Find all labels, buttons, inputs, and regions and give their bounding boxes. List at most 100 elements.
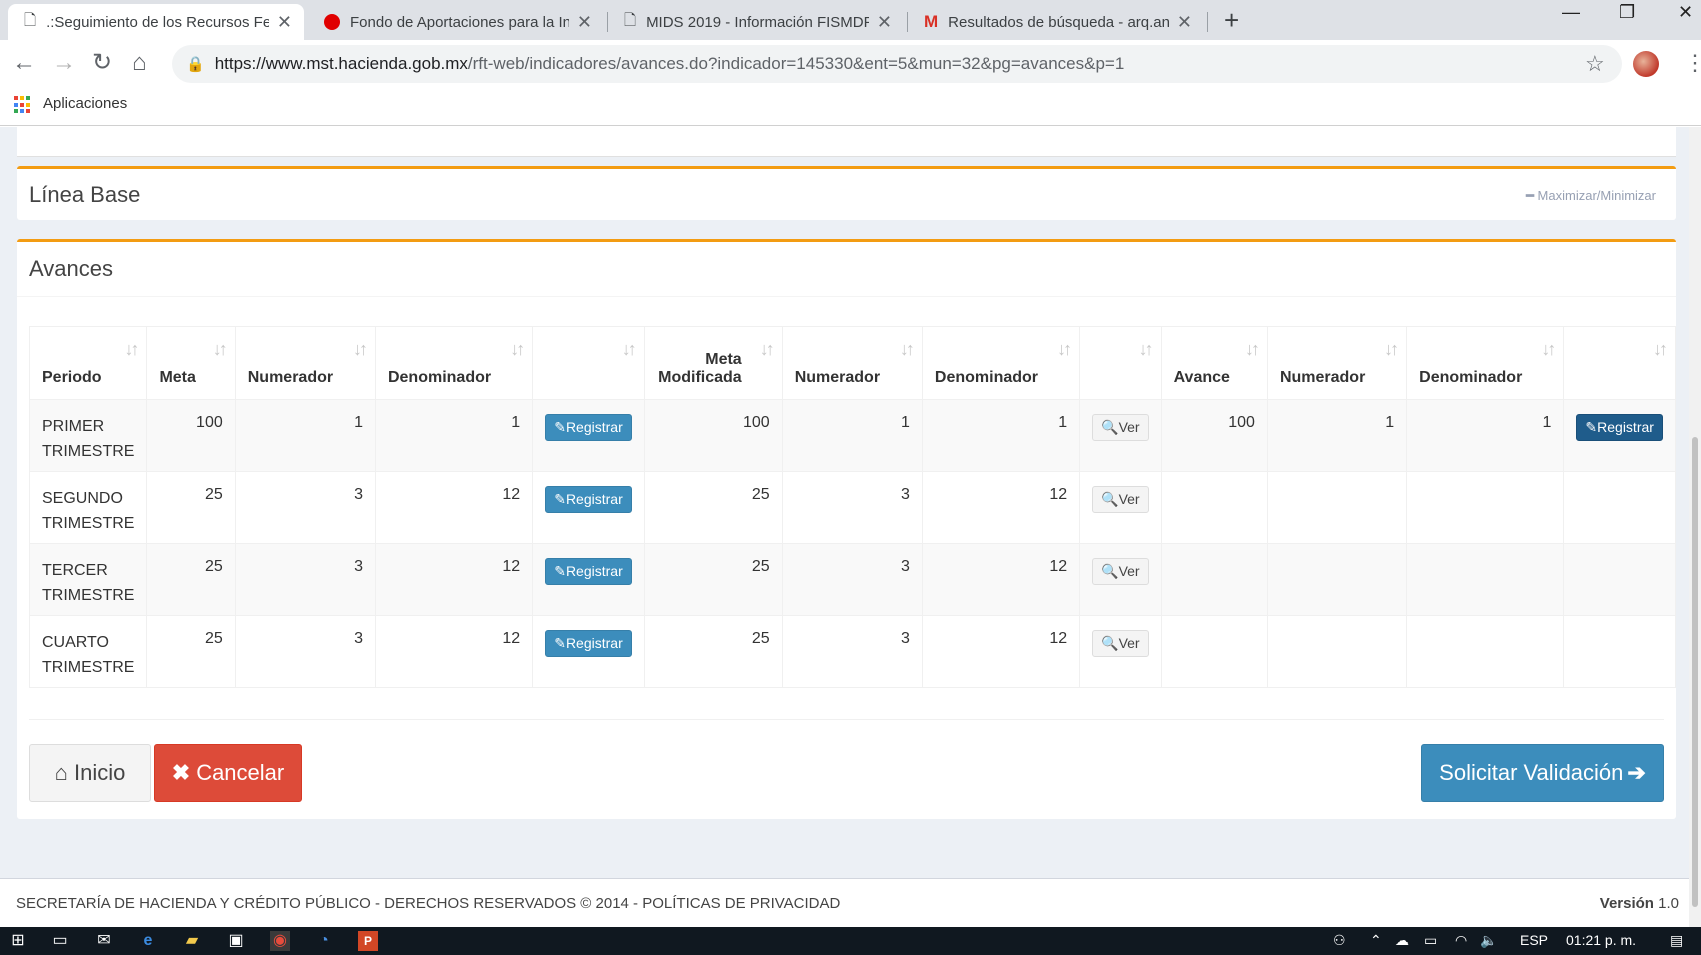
column-header[interactable]: ↓↑ — [532, 326, 645, 400]
bookmark-apps[interactable]: Aplicaciones — [43, 95, 127, 112]
address-bar[interactable]: 🔒 https://www.mst.hacienda.gob.mx/rft-we… — [172, 45, 1622, 83]
app-icon[interactable]: ◔ — [314, 931, 334, 951]
column-header[interactable]: ↓↑ — [1079, 326, 1162, 400]
page-scrollbar[interactable] — [1689, 127, 1701, 927]
tab-title: .:Seguimiento de los Recursos Fe — [46, 13, 269, 31]
reload-icon[interactable]: ↻ — [92, 49, 112, 77]
browser-tab-4[interactable]: M Resultados de búsqueda - arq.an ✕ — [908, 4, 1204, 40]
action-cell: 🔍Ver — [1079, 615, 1162, 688]
column-header[interactable]: ↓↑ Periodo — [28, 326, 148, 400]
solicitar-validacion-button[interactable]: Solicitar Validación ➔ — [1421, 744, 1664, 802]
home-icon[interactable]: ⌂ — [132, 49, 147, 77]
window-close-icon[interactable]: ✕ — [1678, 2, 1693, 23]
column-header[interactable]: ↓↑ Numerador — [234, 326, 376, 400]
sort-icon: ↓↑ — [1057, 339, 1072, 359]
action-cell — [1563, 615, 1676, 688]
meta-modificada-cell: 25 — [643, 543, 783, 616]
numerador-cell: 3 — [234, 543, 376, 616]
page-icon: 🗋 — [24, 11, 37, 29]
profile-avatar[interactable] — [1633, 51, 1659, 77]
column-header[interactable]: ↓↑ Denominador — [374, 326, 534, 400]
inicio-label: Inicio — [73, 760, 126, 785]
browser-tab-1[interactable]: 🗋 .:Seguimiento de los Recursos Fe ✕ — [8, 4, 304, 40]
ver-button[interactable]: 🔍Ver — [1092, 486, 1149, 513]
ver-button[interactable]: 🔍Ver — [1092, 414, 1149, 441]
close-icon[interactable]: ✕ — [277, 12, 292, 33]
notifications-icon[interactable]: ▤ — [1670, 932, 1683, 949]
registrar-button[interactable]: ✎Registrar — [545, 630, 632, 657]
clock[interactable]: 01:21 p. m. — [1566, 932, 1636, 948]
pencil-icon: ✎ — [1585, 419, 1598, 435]
back-icon[interactable]: ← — [12, 49, 36, 77]
language-indicator[interactable]: ESP — [1520, 932, 1548, 948]
edge-icon[interactable]: e — [138, 931, 158, 951]
volume-icon[interactable]: 🔈 — [1480, 932, 1497, 949]
store-icon[interactable]: ▣ — [226, 931, 246, 951]
avance-cell — [1160, 543, 1268, 616]
sort-icon: ↓↑ — [124, 339, 139, 359]
action-cell: 🔍Ver — [1079, 471, 1162, 544]
numerador-cell: 1 — [781, 399, 923, 472]
powerpoint-icon[interactable]: P — [358, 931, 378, 951]
table-header-row: ↓↑ Periodo ↓↑ Meta ↓↑ Numerador ↓↑ Denominad… — [28, 326, 1676, 400]
minimize-icon[interactable]: — — [1562, 2, 1580, 23]
column-header[interactable]: ↓↑ Numerador — [781, 326, 923, 400]
avance-cell: 100 — [1160, 399, 1268, 472]
forward-icon[interactable]: → — [52, 49, 76, 77]
chrome-icon[interactable]: ◉ — [270, 931, 290, 951]
windows-start-icon[interactable]: ⊞ — [8, 931, 28, 951]
tray-chevron-icon[interactable]: ⌃ — [1370, 932, 1382, 949]
registrar-avance-button[interactable]: ✎Registrar — [1576, 414, 1663, 441]
browser-tab-2[interactable]: Fondo de Aportaciones para la In ✕ — [308, 4, 604, 40]
column-header[interactable]: ↓↑ Meta — [146, 326, 236, 400]
action-cell: 🔍Ver — [1079, 543, 1162, 616]
task-view-icon[interactable]: ▭ — [50, 931, 70, 951]
apps-grid-icon[interactable] — [14, 96, 32, 114]
close-icon[interactable]: ✕ — [1177, 12, 1192, 33]
registrar-button[interactable]: ✎Registrar — [545, 558, 632, 585]
action-cell: 🔍Ver — [1079, 399, 1162, 472]
search-icon: 🔍 — [1101, 635, 1119, 651]
battery-icon[interactable]: ▭ — [1424, 932, 1437, 949]
action-cell — [1563, 543, 1676, 616]
column-header[interactable]: ↓↑ Avance — [1160, 326, 1268, 400]
new-tab-icon[interactable]: + — [1224, 5, 1239, 36]
close-icon[interactable]: ✕ — [577, 12, 592, 33]
ver-button[interactable]: 🔍Ver — [1092, 630, 1149, 657]
denominador-cell: 12 — [921, 471, 1081, 544]
mail-icon[interactable]: ✉ — [94, 931, 114, 951]
pencil-icon: ✎ — [554, 635, 566, 651]
numerador-cell — [1266, 471, 1408, 544]
inicio-button[interactable]: ⌂ Inicio — [29, 744, 151, 802]
sort-icon: ↓↑ — [1384, 339, 1399, 359]
column-header[interactable]: ↓↑ Numerador — [1266, 326, 1408, 400]
maximize-minimize-toggle[interactable]: ━ Maximizar/Minimizar — [1526, 188, 1656, 204]
menu-icon[interactable]: ⋮ — [1684, 50, 1701, 76]
periodo-cell: PRIMER TRIMESTRE — [28, 399, 148, 472]
copyright-text[interactable]: SECRETARÍA DE HACIENDA Y CRÉDITO PÚBLICO… — [16, 895, 840, 912]
browser-tab-3[interactable]: 🗋 MIDS 2019 - Información FISMDF ✕ — [608, 4, 904, 40]
ver-button[interactable]: 🔍Ver — [1092, 558, 1149, 585]
restore-icon[interactable]: ❐ — [1619, 2, 1635, 23]
meta-cell: 100 — [146, 399, 236, 472]
people-icon[interactable]: ⚇ — [1333, 932, 1346, 949]
wifi-icon[interactable]: ◠ — [1455, 932, 1467, 949]
sort-icon: ↓↑ — [1541, 339, 1556, 359]
scrollbar-thumb[interactable] — [1692, 437, 1698, 907]
column-header[interactable]: ↓↑ Denominador — [921, 326, 1081, 400]
registrar-button[interactable]: ✎Registrar — [545, 486, 632, 513]
column-header[interactable]: ↓↑ Meta Modificada — [643, 326, 783, 400]
close-icon[interactable]: ✕ — [877, 12, 892, 33]
previous-box-bottom — [17, 127, 1676, 157]
tab-title: Fondo de Aportaciones para la In — [350, 13, 569, 31]
onedrive-icon[interactable]: ☁ — [1395, 932, 1409, 949]
cancelar-button[interactable]: ✖ Cancelar — [154, 744, 302, 802]
column-header[interactable]: ↓↑ Denominador — [1406, 326, 1565, 400]
folder-icon[interactable]: ▰ — [182, 931, 202, 951]
bookmark-star-icon[interactable]: ☆ — [1585, 51, 1605, 77]
column-header[interactable]: ↓↑ — [1563, 326, 1676, 400]
periodo-cell: CUARTO TRIMESTRE — [28, 615, 148, 688]
numerador-cell — [1266, 615, 1408, 688]
registrar-button[interactable]: ✎Registrar — [545, 414, 632, 441]
windows-taskbar: ⊞ ▭ ✉ e ▰ ▣ ◉ ◔ P ⚇ ⌃ ☁ ▭ ◠ 🔈 ESP 01:21 … — [0, 927, 1701, 955]
